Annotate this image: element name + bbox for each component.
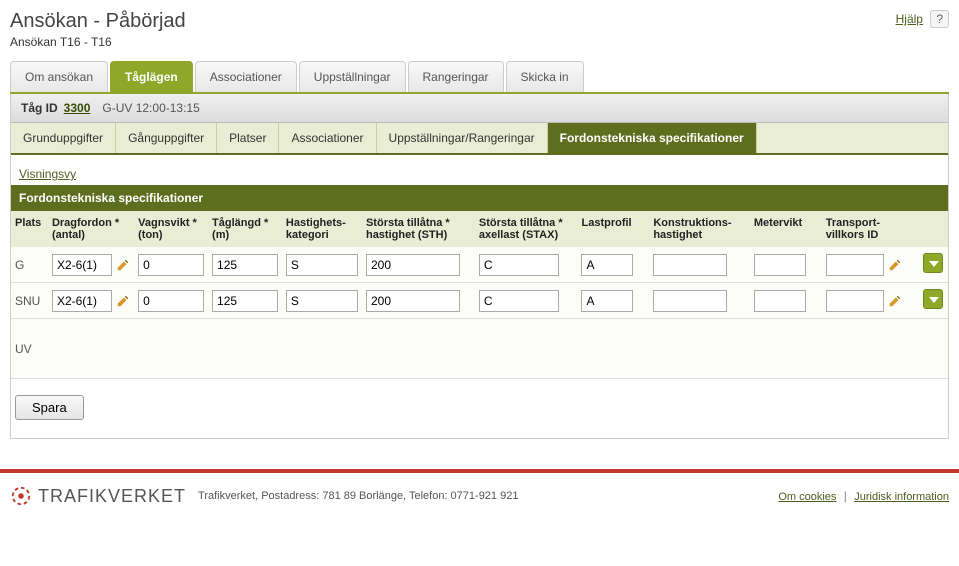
col-metervikt: Metervikt [750, 211, 822, 247]
lastprofil-input[interactable] [581, 254, 633, 276]
col-konstr: Konstruktions-hastighet [649, 211, 750, 247]
plats-cell: UV [11, 319, 48, 379]
col-taglangd: Tåglängd * (m) [208, 211, 282, 247]
metervikt-input[interactable] [754, 254, 806, 276]
section-title: Fordonstekniska specifikationer [11, 185, 948, 211]
col-lastprofil: Lastprofil [577, 211, 649, 247]
stax-input[interactable] [479, 254, 559, 276]
brand-logo: TRAFIKVERKET [10, 485, 186, 507]
pencil-icon[interactable] [116, 258, 130, 272]
help-link[interactable]: Hjälp [896, 12, 923, 26]
sth-input[interactable] [366, 290, 460, 312]
konstr-input[interactable] [653, 290, 727, 312]
subtab-ganguppgifter[interactable]: Gånguppgifter [116, 123, 217, 153]
tagid-value-link[interactable]: 3300 [64, 101, 91, 115]
col-plats: Plats [11, 211, 48, 247]
tab-taglagen[interactable]: Tåglägen [110, 61, 193, 92]
tagid-label: Tåg ID [21, 101, 58, 115]
sub-tabs: Grunduppgifter Gånguppgifter Platser Ass… [11, 123, 948, 155]
page-title: Ansökan - Påbörjad [10, 10, 186, 33]
arrow-down-button[interactable] [923, 253, 943, 273]
subtab-grunduppgifter[interactable]: Grunduppgifter [11, 123, 116, 153]
col-stax: Största tillåtna * axellast (STAX) [475, 211, 578, 247]
col-hastighets: Hastighets-kategori [282, 211, 362, 247]
col-dragfordon: Dragfordon * (antal) [48, 211, 134, 247]
subtab-associationer[interactable]: Associationer [279, 123, 376, 153]
tab-om-ansokan[interactable]: Om ansökan [10, 61, 108, 92]
arrow-down-button[interactable] [923, 289, 943, 309]
transport-input[interactable] [826, 290, 884, 312]
metervikt-input[interactable] [754, 290, 806, 312]
subtab-fordonstekniska[interactable]: Fordonstekniska specifikationer [548, 123, 757, 153]
visningsvy-link[interactable]: Visningsvy [11, 163, 84, 185]
konstr-input[interactable] [653, 254, 727, 276]
trafikverket-logo-icon [10, 485, 32, 507]
hastighets-input[interactable] [286, 254, 358, 276]
link-om-cookies[interactable]: Om cookies [778, 491, 836, 503]
col-transport: Transport-villkors ID [822, 211, 919, 247]
taglangd-input[interactable] [212, 290, 278, 312]
table-row: SNU [11, 283, 948, 319]
dragfordon-input[interactable] [52, 254, 112, 276]
tab-associationer[interactable]: Associationer [195, 61, 297, 92]
spec-table: Plats Dragfordon * (antal) Vagnsvikt * (… [11, 211, 948, 379]
taglangd-input[interactable] [212, 254, 278, 276]
tagid-time: G-UV 12:00-13:15 [102, 101, 199, 115]
footer-address: Trafikverket, Postadress: 781 89 Borläng… [198, 490, 518, 502]
page-subtitle: Ansökan T16 - T16 [10, 35, 949, 49]
main-tabs: Om ansökan Tåglägen Associationer Uppstä… [10, 61, 949, 94]
subtab-platser[interactable]: Platser [217, 123, 279, 153]
vagnsvikt-input[interactable] [138, 254, 204, 276]
plats-cell: G [11, 247, 48, 283]
col-sth: Största tillåtna * hastighet (STH) [362, 211, 475, 247]
table-row: G [11, 247, 948, 283]
pencil-icon[interactable] [116, 294, 130, 308]
tagid-bar: Tåg ID 3300 G-UV 12:00-13:15 [11, 94, 948, 123]
stax-input[interactable] [479, 290, 559, 312]
lastprofil-input[interactable] [581, 290, 633, 312]
tab-uppstallningar[interactable]: Uppställningar [299, 61, 406, 92]
tab-skicka-in[interactable]: Skicka in [506, 61, 584, 92]
save-button[interactable]: Spara [15, 395, 84, 420]
plats-cell: SNU [11, 283, 48, 319]
sth-input[interactable] [366, 254, 460, 276]
dragfordon-input[interactable] [52, 290, 112, 312]
brand-text: TRAFIKVERKET [38, 486, 186, 507]
pencil-icon[interactable] [888, 258, 902, 272]
separator: | [844, 489, 847, 503]
vagnsvikt-input[interactable] [138, 290, 204, 312]
transport-input[interactable] [826, 254, 884, 276]
col-vagnsvikt: Vagnsvikt * (ton) [134, 211, 208, 247]
hastighets-input[interactable] [286, 290, 358, 312]
link-juridisk-information[interactable]: Juridisk information [854, 491, 949, 503]
table-row: UV [11, 319, 948, 379]
subtab-uppstallningar-rangeringar[interactable]: Uppställningar/Rangeringar [377, 123, 548, 153]
tab-rangeringar[interactable]: Rangeringar [408, 61, 504, 92]
pencil-icon[interactable] [888, 294, 902, 308]
help-button[interactable]: ? [930, 10, 949, 28]
